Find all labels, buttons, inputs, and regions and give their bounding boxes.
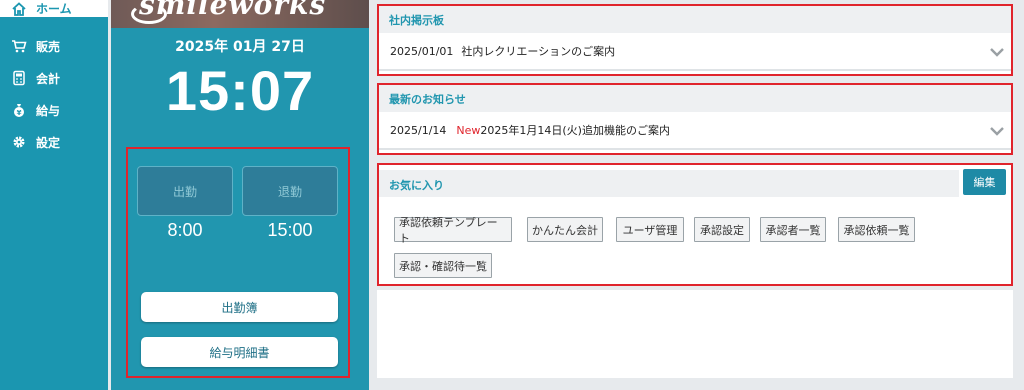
current-time: 15:07 (165, 59, 315, 122)
news-text: 2025年1月14日(火)追加機能のご案内 (480, 124, 670, 137)
current-date: 2025年 01月 27日 (175, 39, 305, 55)
bulletin-date: 2025/01/01 (390, 44, 454, 58)
new-badge: New (456, 123, 481, 137)
nav-label-home: ホーム (36, 2, 72, 16)
favorites-header (379, 170, 959, 197)
favorite-chip[interactable]: かんたん会計 (527, 217, 603, 242)
side-nav: ホーム 販売 会計 ¥ 給与 設定 (0, 0, 108, 390)
nav-item-sales[interactable]: 販売 (0, 30, 108, 62)
nav-label-sales: 販売 (36, 39, 61, 54)
news-item[interactable]: 2025/1/14 New 2025年1月14日(火)追加機能のご案内 (379, 112, 1011, 150)
clock-out-time: 15:00 (267, 220, 313, 240)
chevron-down-icon[interactable] (989, 44, 1005, 60)
brand-logo: smileworks (139, 0, 327, 21)
brand-banner: smileworks (111, 0, 369, 28)
bulletin-board-title: 社内掲示板 (379, 6, 1011, 33)
nav-label-payroll: 給与 (36, 103, 61, 118)
favorite-chip[interactable]: 承認・確認待一覧 (394, 253, 492, 278)
empty-content-area (377, 290, 1013, 378)
cart-icon (10, 37, 28, 55)
bulletin-board-panel: 社内掲示板 2025/01/01 社内レクリエーションのご案内 (377, 4, 1013, 76)
nav-item-accounting[interactable]: 会計 (0, 62, 108, 94)
gear-icon (10, 133, 28, 151)
money-bag-icon: ¥ (10, 101, 28, 119)
nav-item-home[interactable]: ホーム (0, 0, 108, 17)
favorite-chip[interactable]: 承認設定 (694, 217, 750, 242)
favorite-chip[interactable]: ユーザ管理 (616, 217, 684, 242)
nav-item-settings[interactable]: 設定 (0, 126, 108, 158)
home-icon (10, 0, 28, 18)
bulletin-item[interactable]: 2025/01/01 社内レクリエーションのご案内 (379, 33, 1011, 71)
svg-text:¥: ¥ (17, 109, 22, 117)
chevron-down-icon[interactable] (989, 123, 1005, 139)
favorite-chip[interactable]: 承認依頼一覧 (838, 217, 915, 242)
nav-label-accounting: 会計 (36, 71, 61, 86)
favorites-panel: お気に入り 編集 承認依頼テンプレート かんたん会計 ユーザ管理 承認設定 承認… (377, 163, 1013, 286)
clock-in-time: 8:00 (167, 220, 203, 240)
favorites-title: お気に入り (389, 179, 444, 192)
nav-item-payroll[interactable]: ¥ 給与 (0, 94, 108, 126)
calculator-icon (10, 69, 28, 87)
dashboard-main: 社内掲示板 2025/01/01 社内レクリエーションのご案内 最新のお知らせ … (369, 0, 1024, 390)
news-panel: 最新のお知らせ 2025/1/14 New 2025年1月14日(火)追加機能の… (377, 83, 1013, 155)
attendance-record-button[interactable]: 出勤簿 (141, 292, 338, 322)
news-title: 最新のお知らせ (379, 85, 1011, 112)
favorite-chip[interactable]: 承認者一覧 (760, 217, 826, 242)
nav-label-settings: 設定 (36, 135, 61, 150)
news-date: 2025/1/14 (390, 123, 447, 137)
bulletin-text: 社内レクリエーションのご案内 (461, 45, 616, 58)
payslip-button[interactable]: 給与明細書 (141, 337, 338, 367)
attendance-panel: smileworks 2025年 01月 27日 15:07 出勤 退勤 8:0… (111, 0, 369, 390)
edit-favorites-button[interactable]: 編集 (963, 169, 1006, 195)
clock-in-button[interactable]: 出勤 (137, 166, 233, 216)
favorite-chip[interactable]: 承認依頼テンプレート (394, 216, 512, 245)
clock-out-button[interactable]: 退勤 (242, 166, 338, 216)
